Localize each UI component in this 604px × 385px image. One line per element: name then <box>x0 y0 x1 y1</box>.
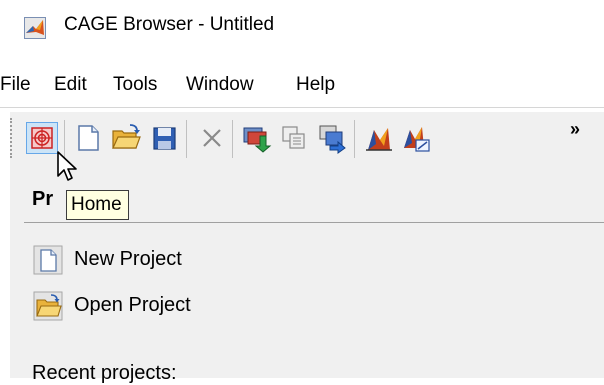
home-target-icon <box>27 123 57 153</box>
open-button[interactable] <box>110 122 142 154</box>
toolbar-overflow-chevron[interactable]: » <box>570 120 580 138</box>
toolbar-separator <box>186 120 187 158</box>
calibration-wizard-button[interactable] <box>362 122 394 154</box>
new-project-label: New Project <box>74 248 182 270</box>
menu-window[interactable]: Window <box>186 74 254 96</box>
open-folder-icon <box>32 290 64 327</box>
toolbar-grip[interactable] <box>10 118 15 158</box>
calibration-manager-icon <box>400 122 432 154</box>
menu-bar: File Edit Tools Window Help <box>0 60 604 108</box>
open-project-label: Open Project <box>74 294 191 316</box>
menu-divider <box>0 107 604 108</box>
export-button[interactable] <box>316 122 348 154</box>
home-tooltip: Home <box>66 190 129 220</box>
calibration-manager-button[interactable] <box>400 122 432 154</box>
matlab-logo-icon <box>24 17 46 44</box>
save-button[interactable] <box>148 122 180 154</box>
title-bar: CAGE Browser - Untitled <box>0 0 604 54</box>
mouse-cursor-icon <box>56 150 82 189</box>
panel-divider <box>24 222 604 223</box>
export-data-icon <box>316 122 348 154</box>
recent-projects-label: Recent projects: <box>32 362 177 384</box>
import-data-icon <box>240 122 272 154</box>
new-document-icon <box>32 244 64 281</box>
delete-x-icon <box>196 122 228 154</box>
import-button[interactable] <box>240 122 272 154</box>
open-folder-icon <box>110 122 142 154</box>
menu-help[interactable]: Help <box>296 74 335 96</box>
copy-button[interactable] <box>278 122 310 154</box>
toolbar-separator <box>354 120 355 158</box>
calibration-wizard-icon <box>362 122 394 154</box>
menu-tools[interactable]: Tools <box>113 74 157 96</box>
menu-file[interactable]: File <box>0 74 31 96</box>
panel-title: Pr <box>32 188 54 210</box>
toolbar-separator <box>232 120 233 158</box>
home-button[interactable] <box>26 122 58 154</box>
menu-edit[interactable]: Edit <box>54 74 87 96</box>
copy-items-icon <box>278 122 310 154</box>
delete-button[interactable] <box>196 122 228 154</box>
window-title: CAGE Browser - Untitled <box>64 14 275 35</box>
save-disk-icon <box>148 122 180 154</box>
toolbar: » <box>10 112 604 164</box>
